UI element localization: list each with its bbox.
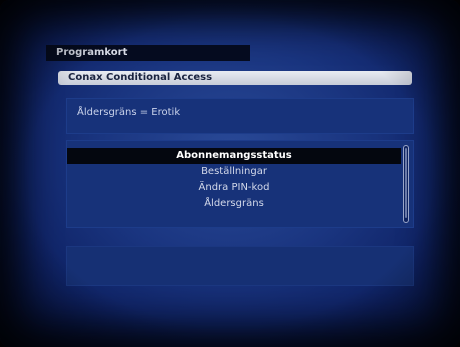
menu-panel: Abonnemangsstatus Beställningar Ändra PI… [66,140,414,228]
tv-screen: Programkort Conax Conditional Access Åld… [0,0,460,347]
scrollbar[interactable] [403,145,409,223]
help-panel [66,246,414,286]
menu-item-change-pin[interactable]: Ändra PIN-kod [67,180,401,196]
age-limit-info: Åldersgräns = Erotik [77,107,181,118]
menu-item-age-limit[interactable]: Åldersgräns [67,196,401,212]
menu-item-orders[interactable]: Beställningar [67,164,401,180]
section-header: Conax Conditional Access [58,71,412,85]
scrollbar-thumb[interactable] [405,148,407,218]
page-title: Programkort [46,45,250,61]
info-panel: Åldersgräns = Erotik [66,98,414,134]
menu-item-subscription-status[interactable]: Abonnemangsstatus [67,148,401,164]
menu-list: Abonnemangsstatus Beställningar Ändra PI… [67,148,401,212]
